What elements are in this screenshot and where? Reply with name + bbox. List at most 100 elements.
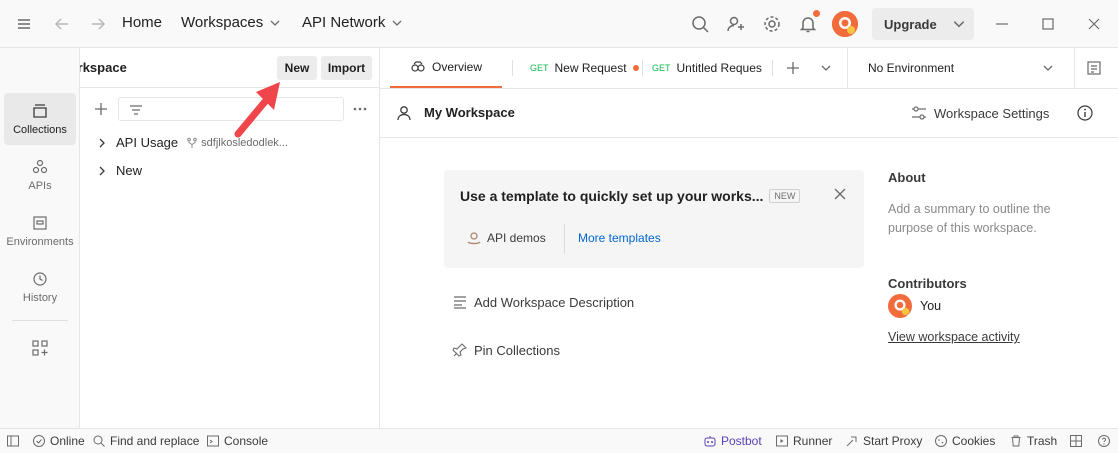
contributors-heading: Contributors	[888, 276, 967, 291]
tab-request[interactable]: GET Untitled Request	[652, 48, 762, 88]
tab-request-label: Untitled Request	[676, 61, 762, 75]
rail-item-environments[interactable]: Environments	[4, 205, 76, 257]
start-proxy-button[interactable]: Start Proxy	[845, 434, 922, 448]
settings-gear-icon[interactable]	[760, 12, 784, 36]
env-divider	[847, 48, 848, 88]
method-badge: GET	[530, 63, 549, 73]
runner-button[interactable]: Runner	[775, 434, 832, 448]
environment-label: No Environment	[868, 61, 955, 75]
info-icon[interactable]	[1076, 104, 1094, 122]
workspace-settings-button[interactable]: Workspace Settings	[910, 104, 1049, 122]
view-activity-link[interactable]: View workspace activity	[888, 330, 1020, 344]
maximize-icon[interactable]	[1036, 12, 1060, 36]
about-heading: About	[888, 170, 926, 185]
nav-home[interactable]: Home	[122, 14, 162, 31]
nav-workspaces[interactable]: Workspaces	[181, 14, 281, 31]
template-card-title-row: Use a template to quickly set up your wo…	[460, 188, 801, 204]
overview-header: My Workspace Workspace Settings	[380, 89, 1118, 138]
template-card: Use a template to quickly set up your wo…	[444, 170, 864, 268]
top-bar: Home Workspaces API Network Upgrade	[0, 0, 1118, 48]
back-arrow-icon[interactable]	[50, 12, 74, 36]
online-label: Online	[50, 434, 85, 448]
api-demos-label: API demos	[487, 231, 546, 245]
collection-name: API Usage	[116, 135, 179, 150]
trash-label: Trash	[1027, 434, 1058, 448]
cookies-button[interactable]: Cookies	[934, 434, 995, 448]
tabs-dropdown-chevron-icon[interactable]	[820, 62, 832, 74]
import-button[interactable]: Import	[321, 56, 372, 80]
rail-item-history[interactable]: History	[4, 261, 76, 313]
add-collection-icon[interactable]	[92, 100, 110, 118]
tab-overview-label: Overview	[431, 60, 482, 74]
pin-collections-button[interactable]: Pin Collections	[452, 342, 560, 358]
workspace-settings-label: Workspace Settings	[934, 105, 1050, 121]
tab-divider	[512, 60, 513, 76]
forward-arrow-icon[interactable]	[86, 12, 110, 36]
toggle-sidebar-icon[interactable]	[6, 434, 20, 448]
more-templates-link[interactable]: More templates	[578, 231, 661, 245]
annotation-arrow	[234, 82, 280, 138]
tab-bar: Overview GET New Request GET Untitled Re…	[380, 48, 1118, 89]
pin-icon	[452, 343, 468, 357]
user-icon	[395, 104, 413, 122]
sliders-icon	[912, 106, 926, 120]
environment-selector[interactable]: No Environment	[858, 48, 1064, 88]
fork-icon	[187, 137, 197, 148]
api-demos-button[interactable]: API demos	[466, 230, 546, 246]
env-divider	[1074, 48, 1075, 88]
unsaved-dot	[632, 65, 639, 71]
online-status[interactable]: Online	[32, 434, 85, 448]
check-circle-icon	[33, 435, 45, 447]
tab-request[interactable]: GET New Request	[530, 48, 639, 88]
rail-item-apis[interactable]: APIs	[4, 149, 76, 201]
chevron-right-icon	[99, 166, 105, 175]
pin-collections-label: Pin Collections	[474, 342, 560, 358]
new-tab-plus-icon[interactable]	[784, 59, 802, 77]
chevron-down-icon	[1043, 65, 1053, 71]
tab-divider	[642, 60, 643, 76]
collection-item[interactable]: New	[96, 163, 142, 178]
console-icon	[207, 435, 219, 447]
play-icon	[776, 435, 788, 447]
api-demos-icon	[467, 232, 481, 245]
find-replace-button[interactable]: Find and replace	[92, 434, 199, 448]
configure-sidebar-icon[interactable]	[31, 339, 49, 357]
tab-overview[interactable]: Overview	[390, 48, 502, 88]
environments-icon	[33, 216, 47, 230]
user-avatar[interactable]	[832, 11, 858, 37]
add-description-button[interactable]: Add Workspace Description	[452, 294, 634, 310]
rail-item-collections[interactable]: Collections	[4, 93, 76, 145]
overview-title: My Workspace	[424, 105, 515, 120]
status-bar: Online Find and replace Console Postbot …	[0, 428, 1118, 453]
layout-grid-icon[interactable]	[1069, 434, 1083, 448]
close-icon[interactable]	[832, 186, 848, 202]
postbot-button[interactable]: Postbot	[703, 434, 762, 448]
text-lines-icon	[454, 296, 466, 309]
menu-icon[interactable]	[12, 12, 36, 36]
console-button[interactable]: Console	[206, 434, 268, 448]
nav-api-network[interactable]: API Network	[302, 14, 403, 31]
apis-icon	[32, 159, 48, 174]
collections-icon	[33, 104, 47, 118]
rail-label-collections: Collections	[13, 124, 67, 136]
more-options-icon[interactable]	[351, 100, 369, 118]
close-icon[interactable]	[1082, 12, 1106, 36]
rail-label-history: History	[22, 292, 58, 304]
tab-request-label: New Request	[554, 61, 627, 75]
invite-user-icon[interactable]	[724, 12, 748, 36]
upgrade-button[interactable]: Upgrade	[872, 8, 974, 40]
console-label: Console	[224, 434, 269, 448]
help-icon[interactable]	[1097, 434, 1111, 448]
proxy-icon	[846, 436, 857, 447]
postbot-icon	[704, 436, 716, 447]
cookie-icon	[935, 435, 947, 447]
search-icon[interactable]	[688, 12, 712, 36]
minimize-icon[interactable]	[990, 12, 1014, 36]
add-description-label: Add Workspace Description	[474, 294, 635, 310]
nav-workspaces-label: Workspaces	[181, 14, 264, 31]
nav-api-network-label: API Network	[302, 14, 386, 31]
environment-quick-look-icon[interactable]	[1085, 59, 1103, 77]
trash-button[interactable]: Trash	[1009, 434, 1057, 448]
chevron-down-icon	[392, 20, 402, 26]
about-text[interactable]: Add a summary to outline the purpose of …	[888, 200, 1058, 238]
